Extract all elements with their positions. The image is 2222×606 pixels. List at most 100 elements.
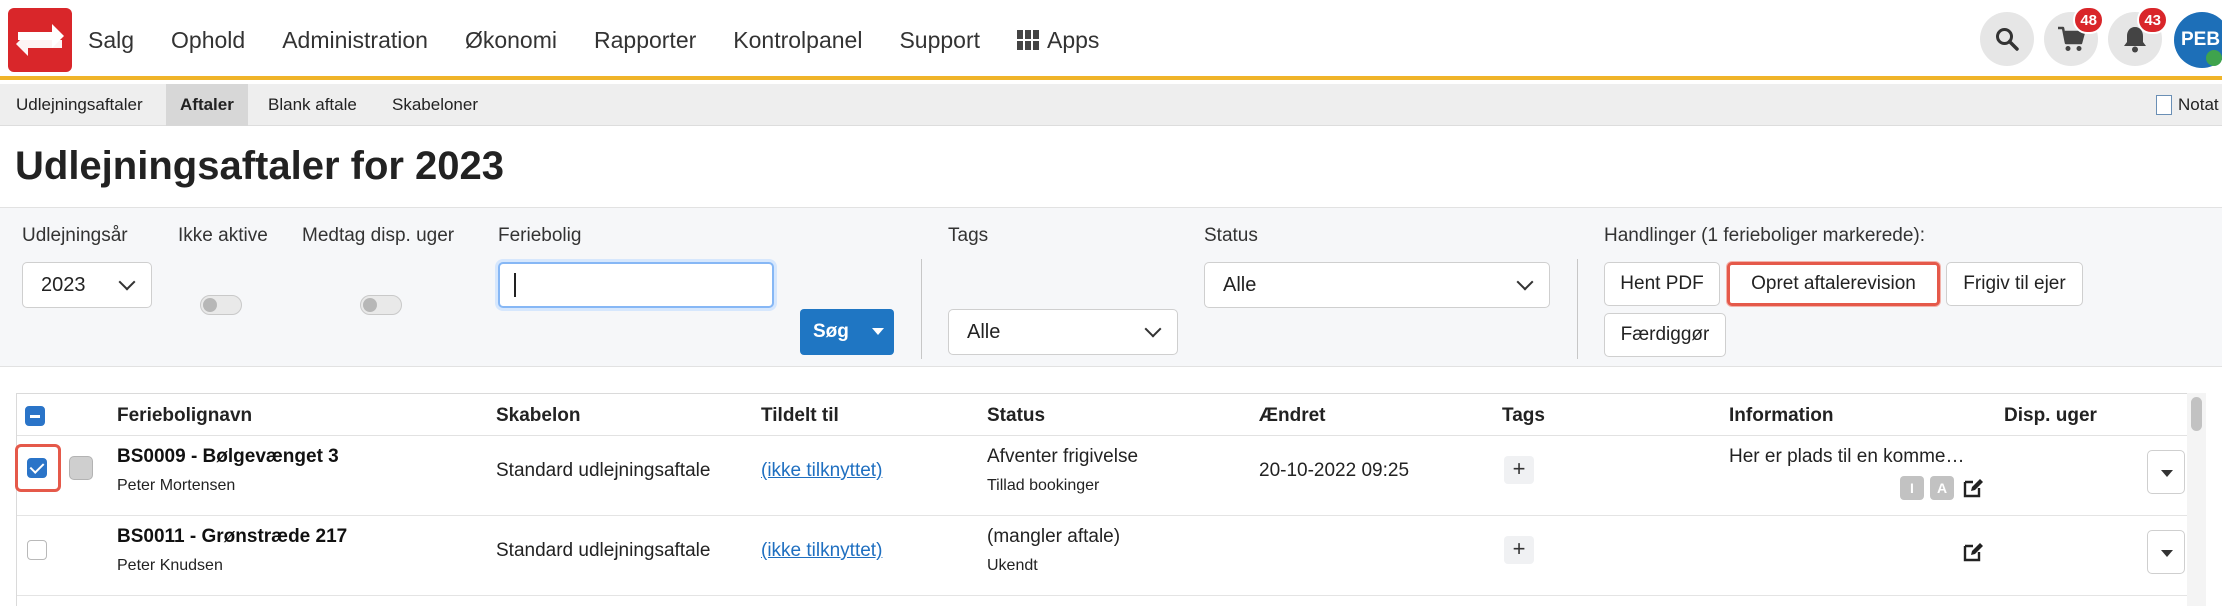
tab-skabeloner[interactable]: Skabeloner [378, 84, 492, 126]
information-cell: Her er plads til en komme… [1729, 446, 1965, 467]
table-row[interactable]: BS0009 - Bølgevænget 3 Peter Mortensen S… [15, 436, 2187, 516]
add-tag-button[interactable]: + [1504, 456, 1534, 484]
document-icon [2156, 95, 2172, 115]
nav-rapporter[interactable]: Rapporter [594, 27, 696, 54]
notat-label: Notat [2178, 95, 2219, 114]
changed-cell: 20-10-2022 09:25 [1259, 460, 1410, 481]
caret-down-icon [872, 328, 884, 335]
online-status-icon [2206, 50, 2222, 66]
cart-button[interactable]: 48 [2044, 6, 2104, 66]
property-name[interactable]: BS0009 - Bølgevænget 3 [117, 446, 339, 468]
row-actions-dropdown[interactable] [2147, 450, 2185, 494]
row-checkbox[interactable] [27, 458, 47, 478]
search-icon [1996, 28, 2019, 51]
nav-apps-label: Apps [1047, 26, 1100, 53]
top-navigation: Salg Ophold Administration Økonomi Rappo… [0, 0, 2222, 80]
opret-aftalerevision-button[interactable]: Opret aftalerevision [1727, 262, 1940, 306]
search-submit-button[interactable]: Søg [800, 309, 894, 355]
status-label: Status [1204, 225, 1258, 246]
header-information[interactable]: Information [1729, 405, 1834, 427]
search-submit-label: Søg [813, 321, 849, 342]
brand-logo[interactable] [8, 8, 72, 72]
hent-pdf-button[interactable]: Hent PDF [1604, 262, 1720, 306]
notifications-button[interactable]: 43 [2108, 6, 2168, 66]
select-all-checkbox[interactable] [25, 406, 45, 426]
status-select[interactable]: Alle [1204, 262, 1550, 308]
cart-count-badge: 48 [2073, 6, 2104, 34]
edit-icon[interactable] [1961, 476, 1985, 500]
divider [921, 259, 922, 359]
template-cell: Standard udlejningsaftale [496, 460, 711, 481]
header-disp-uger[interactable]: Disp. uger [2004, 405, 2097, 427]
status-sub: Ukendt [987, 557, 1038, 574]
info-chip-a[interactable]: A [1930, 476, 1954, 500]
edit-icon[interactable] [1961, 540, 1985, 564]
inactive-toggle[interactable] [200, 295, 242, 315]
header-tildelt-til[interactable]: Tildelt til [761, 405, 839, 427]
header-feriebolignavn[interactable]: Feriebolignavn [117, 405, 252, 427]
tags-label: Tags [948, 225, 989, 246]
feriebolig-label: Feriebolig [498, 225, 582, 246]
frigiv-til-ejer-button[interactable]: Frigiv til ejer [1946, 262, 2083, 306]
assigned-link[interactable]: (ikke tilknyttet) [761, 460, 882, 482]
notifications-count-badge: 43 [2137, 6, 2168, 34]
header-status[interactable]: Status [987, 405, 1045, 427]
disp-weeks-label: Medtag disp. uger [302, 225, 455, 246]
table-header: Feriebolignavn Skabelon Tildelt til Stat… [17, 394, 2187, 436]
main-menu: Salg Ophold Administration Økonomi Rappo… [88, 0, 1136, 80]
chevron-down-icon [1144, 320, 1162, 338]
header-tags[interactable]: Tags [1502, 405, 1545, 427]
disp-weeks-toggle[interactable] [360, 295, 402, 315]
status-cell: Afventer frigivelse [987, 446, 1139, 467]
template-cell: Standard udlejningsaftale [496, 540, 711, 561]
page-title: Udlejningsaftaler for 2023 [15, 144, 505, 188]
chevron-down-icon [1516, 273, 1534, 291]
property-owner: Peter Mortensen [117, 477, 236, 494]
property-owner: Peter Knudsen [117, 557, 223, 574]
scrollbar-thumb[interactable] [2191, 397, 2202, 431]
avatar-initials: PEB [2181, 29, 2221, 50]
add-tag-button[interactable]: + [1504, 536, 1534, 564]
tab-aftaler[interactable]: Aftaler [166, 84, 248, 126]
sub-navigation: Udlejningsaftaler Aftaler Blank aftale S… [0, 84, 2222, 126]
divider [1577, 259, 1578, 359]
nav-okonomi[interactable]: Økonomi [465, 27, 557, 54]
filter-panel: Udlejningsår 2023 Ikke aktive Medtag dis… [0, 207, 2222, 367]
info-chip-i[interactable]: I [1900, 476, 1924, 500]
nav-support[interactable]: Support [899, 27, 980, 54]
table-row[interactable]: BS0011 - Grønstræde 217 Peter Knudsen St… [17, 516, 2187, 596]
search-button[interactable] [1980, 12, 2034, 66]
chevron-down-icon [118, 273, 136, 291]
logo-arrows-icon [16, 24, 64, 56]
row-actions-dropdown[interactable] [2147, 530, 2185, 574]
nav-administration[interactable]: Administration [282, 27, 428, 54]
assigned-link[interactable]: (ikke tilknyttet) [761, 540, 882, 562]
tab-blank-aftale[interactable]: Blank aftale [254, 84, 371, 126]
faerdiggor-button[interactable]: Færdiggør [1604, 313, 1726, 357]
status-cell: (mangler aftale) [987, 526, 1121, 547]
row-checkbox[interactable] [27, 540, 47, 560]
text-caret [514, 273, 516, 297]
table-scrollbar[interactable] [2187, 393, 2206, 606]
notat-link[interactable]: Notat [2156, 84, 2219, 126]
actions-label: Handlinger (1 ferieboliger markerede): [1604, 225, 1926, 246]
row-color-marker[interactable] [69, 456, 93, 480]
property-name[interactable]: BS0011 - Grønstræde 217 [117, 526, 347, 548]
header-aendret[interactable]: Ændret [1259, 405, 1326, 427]
tab-udlejningsaftaler[interactable]: Udlejningsaftaler [2, 84, 157, 126]
apps-grid-icon [1017, 30, 1039, 50]
feriebolig-input[interactable] [498, 262, 774, 308]
nav-apps[interactable]: Apps [1017, 27, 1099, 54]
year-select[interactable]: 2023 [22, 262, 152, 308]
status-select-value: Alle [1223, 273, 1257, 296]
tags-select[interactable]: Alle [948, 309, 1178, 355]
nav-salg[interactable]: Salg [88, 27, 134, 54]
year-label: Udlejningsår [22, 225, 128, 246]
header-skabelon[interactable]: Skabelon [496, 405, 580, 427]
agreements-table: Feriebolignavn Skabelon Tildelt til Stat… [15, 393, 2206, 606]
nav-ophold[interactable]: Ophold [171, 27, 245, 54]
status-sub: Tillad bookinger [987, 477, 1100, 494]
year-select-value: 2023 [41, 273, 86, 296]
nav-kontrolpanel[interactable]: Kontrolpanel [733, 27, 862, 54]
inactive-label: Ikke aktive [178, 225, 268, 246]
